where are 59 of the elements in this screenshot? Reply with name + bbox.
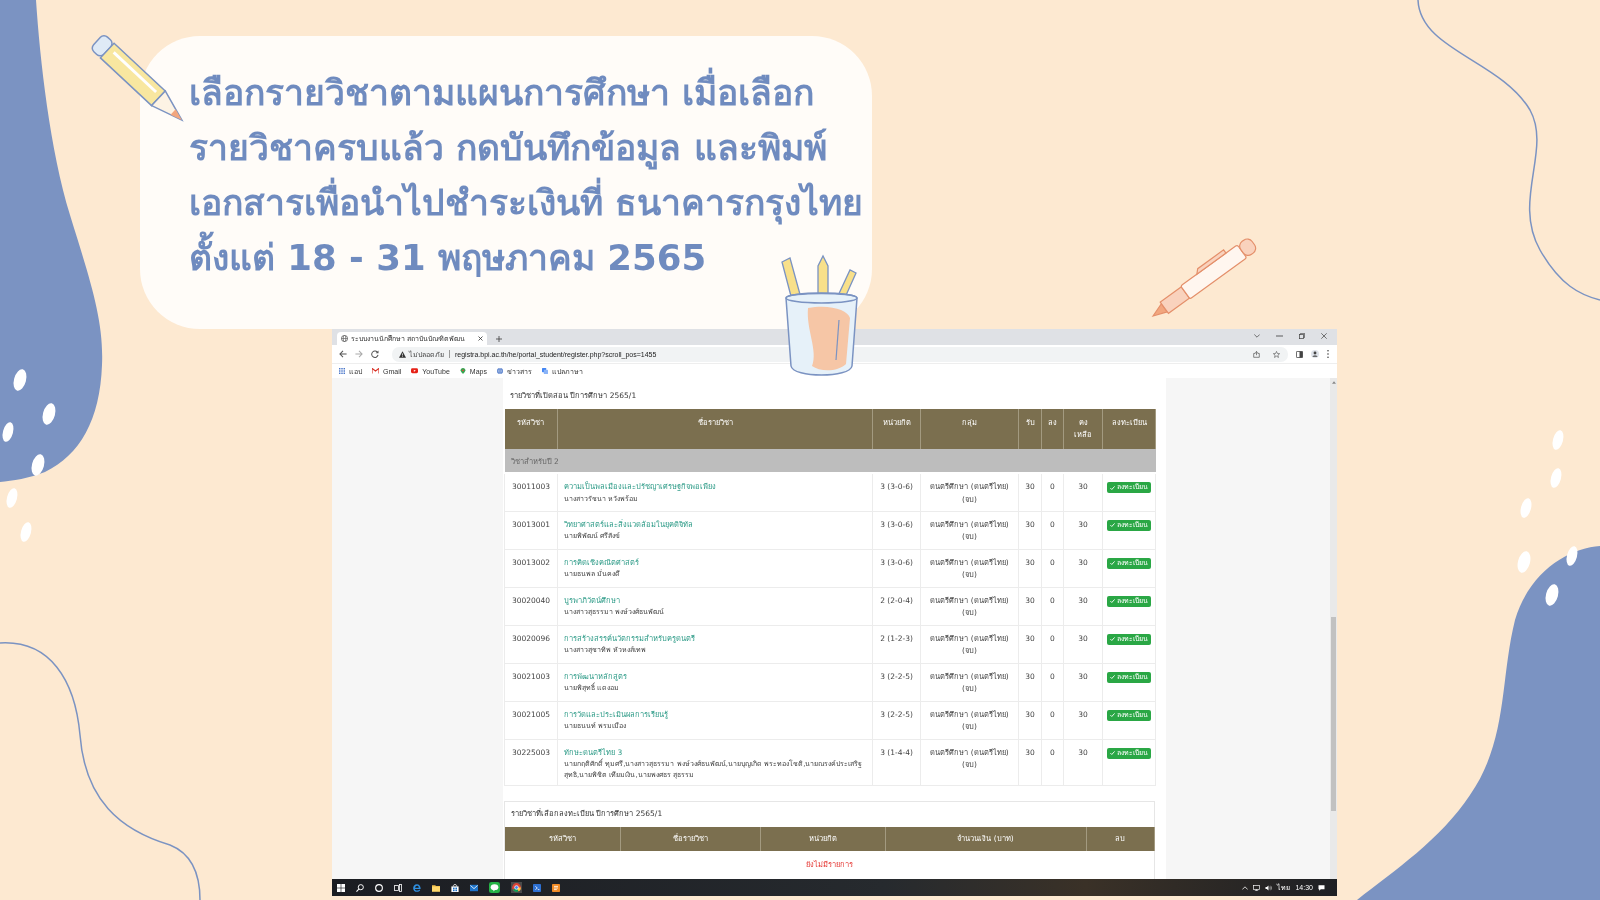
letter-e-icon[interactable] (413, 883, 421, 892)
start-icon[interactable] (337, 883, 345, 892)
check-icon (1110, 599, 1115, 603)
chevron-down-icon[interactable] (1254, 333, 1260, 339)
dot-icon (1566, 546, 1578, 566)
shopping-bag-icon[interactable] (451, 883, 459, 892)
chat-app-icon[interactable] (489, 882, 500, 893)
scroll-up-arrow-icon[interactable] (1331, 381, 1336, 384)
check-icon (1110, 751, 1115, 755)
network-icon[interactable] (1253, 884, 1261, 891)
back-arrow-icon[interactable] (339, 350, 347, 358)
dot-icon (1552, 430, 1564, 450)
caret-up-icon[interactable] (1242, 885, 1249, 890)
search-icon[interactable] (356, 883, 364, 892)
dot-icon (31, 454, 45, 476)
check-icon (1110, 561, 1115, 565)
notification-icon[interactable] (1318, 884, 1325, 891)
round-app-icon[interactable] (511, 882, 522, 893)
close-icon[interactable] (478, 336, 483, 341)
caption-text: เลือกรายวิชาตามแผนการศึกษา เมื่อเลือก รายวิชาครบแล้ว กดบันทึกข้อมูล และพิมพ์ เอกสารเพื่อนำไปชำระเงินที่ ธนาคารกรุงไทย ตั้งแต่ 18 - 31 พฤษภาคม 2565 (189, 65, 864, 285)
check-icon (1110, 485, 1115, 490)
scrollbar[interactable] (1330, 378, 1337, 879)
check-icon (1110, 675, 1115, 679)
task-view-icon[interactable] (394, 883, 402, 892)
check-icon (1110, 713, 1115, 717)
document-app-icon[interactable] (552, 883, 560, 892)
close-icon[interactable] (1321, 333, 1327, 339)
dot-icon (6, 488, 18, 508)
globe-icon (496, 368, 503, 374)
translate-icon (541, 368, 548, 374)
star-icon[interactable] (1273, 350, 1280, 358)
profile-icon[interactable] (1311, 350, 1319, 358)
mail-icon[interactable] (470, 883, 478, 892)
mail-icon (372, 368, 379, 374)
globe-icon (341, 335, 348, 342)
folder-icon[interactable] (432, 883, 440, 892)
dot-icon (20, 522, 32, 542)
plus-icon[interactable] (496, 335, 502, 342)
warning-icon (399, 350, 406, 358)
apps-grid-icon (339, 368, 345, 374)
play-icon (411, 368, 419, 374)
side-panel-icon[interactable] (1296, 350, 1303, 358)
ring-icon[interactable] (375, 883, 383, 892)
dot-icon (1517, 551, 1531, 573)
dot-icon (2, 422, 14, 442)
scrollbar-thumb[interactable] (1331, 617, 1336, 811)
check-icon (1110, 523, 1115, 527)
restore-icon[interactable] (1299, 333, 1305, 339)
terminal-icon[interactable] (533, 883, 541, 892)
dot-icon (1545, 584, 1559, 606)
dot-icon (1520, 498, 1532, 518)
check-icon (1110, 637, 1115, 641)
dot-icon (13, 369, 27, 391)
map-pin-icon (459, 368, 466, 374)
reload-icon[interactable] (371, 350, 379, 358)
dot-icon (1550, 468, 1562, 488)
share-icon[interactable] (1253, 350, 1260, 358)
dot-icon (42, 403, 56, 425)
speaker-icon[interactable] (1265, 884, 1273, 891)
